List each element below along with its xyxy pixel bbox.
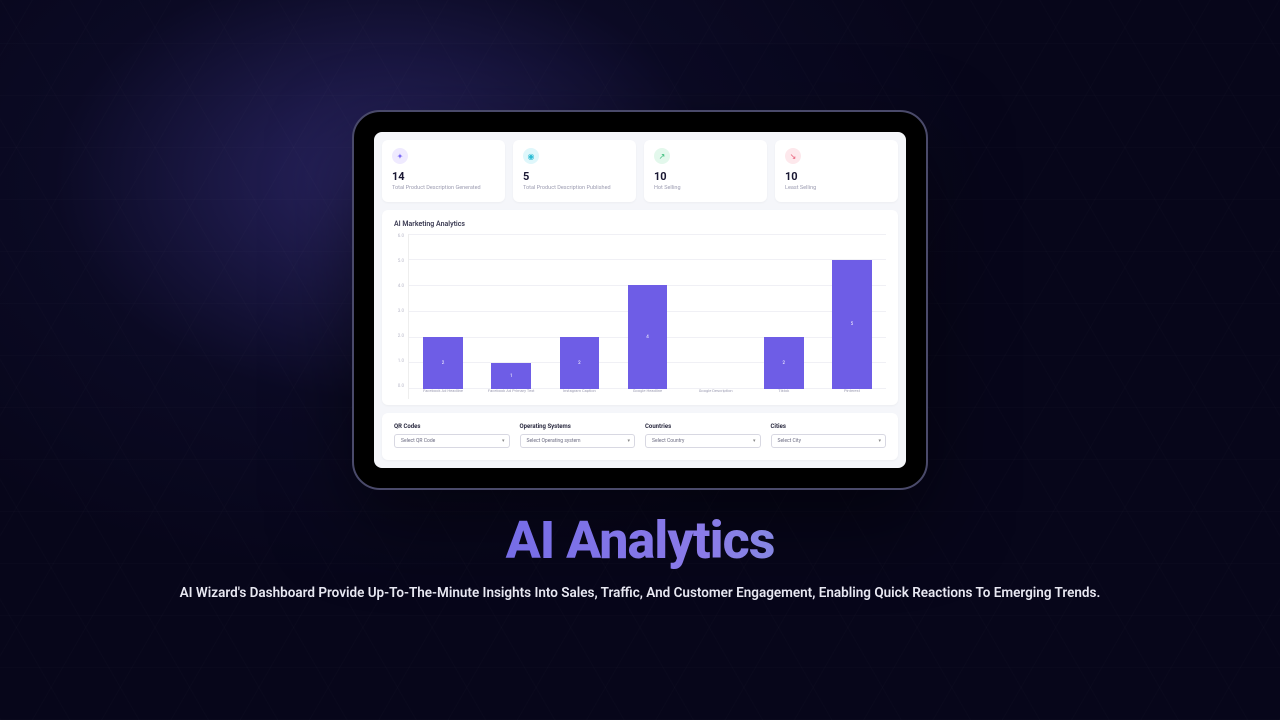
bar-column: 5 xyxy=(818,234,886,389)
y-tick: 3.0 xyxy=(394,309,404,314)
chart-bar[interactable]: 2 xyxy=(423,337,463,389)
filter-label: Cities xyxy=(771,423,887,430)
y-tick: 1.0 xyxy=(394,359,404,364)
stat-label: Total Product Description Generated xyxy=(392,185,495,192)
bar-column: 2 xyxy=(545,234,613,389)
x-tick: Facebook Ad Primary Text xyxy=(477,389,545,399)
hero-title: AI Analytics xyxy=(0,510,1280,571)
chart-body: 6.05.04.03.02.01.00.0 212425 Facebook Ad… xyxy=(394,234,886,399)
select-country[interactable]: Select Country xyxy=(645,434,761,448)
badge-icon: ◉ xyxy=(523,148,539,164)
select-operating-system[interactable]: Select Operating system xyxy=(520,434,636,448)
chart-bar[interactable]: 5 xyxy=(832,260,872,390)
bar-column: 1 xyxy=(477,234,545,389)
stat-card-hot: ↗ 10 Hot Selling xyxy=(644,140,767,202)
x-tick: Tiktok xyxy=(750,389,818,399)
stat-value: 5 xyxy=(523,170,626,183)
stat-label: Total Product Description Published xyxy=(523,185,626,192)
x-tick: Instagram Caption xyxy=(545,389,613,399)
filter-qr-codes: QR Codes Select QR Code xyxy=(394,423,510,448)
bar-column: 2 xyxy=(750,234,818,389)
y-tick: 0.0 xyxy=(394,384,404,389)
trend-up-icon: ↗ xyxy=(654,148,670,164)
filters-panel: QR Codes Select QR Code Operating System… xyxy=(382,413,898,460)
bar-column: 4 xyxy=(613,234,681,389)
select-city[interactable]: Select City xyxy=(771,434,887,448)
x-tick: Google Description xyxy=(682,389,750,399)
filter-label: Countries xyxy=(645,423,761,430)
tablet-frame: ✦ 14 Total Product Description Generated… xyxy=(352,110,928,490)
chart-panel: AI Marketing Analytics 6.0 5.0 4.0 3.0 2.0 1.… xyxy=(382,210,898,405)
stats-row: ✦ 14 Total Product Description Generated… xyxy=(382,140,898,202)
stat-value: 14 xyxy=(392,170,495,183)
stat-card-least: ↘ 10 Least Selling xyxy=(775,140,898,202)
chart-title: AI Marketing Analytics xyxy=(394,220,886,228)
select-placeholder: Select Country xyxy=(652,438,684,444)
bar-column: 2 xyxy=(409,234,477,389)
chart-x-axis: Facebook Ad HeadlineFacebook Ad Primary … xyxy=(409,389,886,399)
hero-subtitle: AI Wizard's Dashboard Provide Up-To-The-… xyxy=(0,585,1280,601)
select-qr-code[interactable]: Select QR Code xyxy=(394,434,510,448)
select-placeholder: Select Operating system xyxy=(527,438,581,444)
filter-label: QR Codes xyxy=(394,423,510,430)
filter-label: Operating Systems xyxy=(520,423,636,430)
dashboard-screen: ✦ 14 Total Product Description Generated… xyxy=(374,132,906,468)
stat-label: Least Selling xyxy=(785,185,888,192)
chart-y-axis: 6.0 5.0 4.0 3.0 2.0 1.0 0.0 xyxy=(394,234,408,399)
x-tick: Google Headline xyxy=(613,389,681,399)
chart-bar[interactable]: 4 xyxy=(628,285,668,389)
y-tick: 6.0 xyxy=(394,234,404,239)
stat-label: Hot Selling xyxy=(654,185,757,192)
chart-bars: 212425 xyxy=(409,234,886,389)
filter-cities: Cities Select City xyxy=(771,423,887,448)
sparkle-icon: ✦ xyxy=(392,148,408,164)
x-tick: Pinterest xyxy=(818,389,886,399)
stat-card-generated: ✦ 14 Total Product Description Generated xyxy=(382,140,505,202)
x-tick: Facebook Ad Headline xyxy=(409,389,477,399)
stat-value: 10 xyxy=(785,170,888,183)
select-placeholder: Select QR Code xyxy=(401,438,435,444)
chart-bar[interactable]: 2 xyxy=(764,337,804,389)
trend-down-icon: ↘ xyxy=(785,148,801,164)
bar-column xyxy=(682,234,750,389)
hero-section: AI Analytics AI Wizard's Dashboard Provi… xyxy=(0,510,1280,601)
select-placeholder: Select City xyxy=(778,438,801,444)
stat-card-published: ◉ 5 Total Product Description Published xyxy=(513,140,636,202)
filter-countries: Countries Select Country xyxy=(645,423,761,448)
chart-plot: 212425 Facebook Ad HeadlineFacebook Ad P… xyxy=(408,234,886,399)
y-tick: 5.0 xyxy=(394,259,404,264)
y-tick: 2.0 xyxy=(394,334,404,339)
chart-bar[interactable]: 2 xyxy=(560,337,600,389)
stat-value: 10 xyxy=(654,170,757,183)
filter-operating-systems: Operating Systems Select Operating syste… xyxy=(520,423,636,448)
y-tick: 4.0 xyxy=(394,284,404,289)
chart-bar[interactable]: 1 xyxy=(491,363,531,389)
